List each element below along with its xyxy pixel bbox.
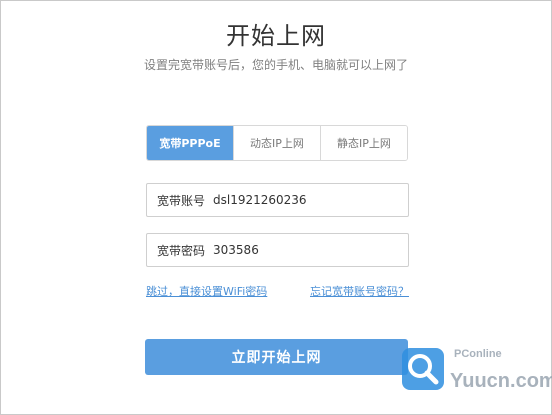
watermark-site: Yuucn.com <box>450 370 552 392</box>
start-internet-button[interactable]: 立即开始上网 <box>145 339 408 375</box>
helper-links: 跳过，直接设置WiFi密码 忘记宽带账号密码？ <box>146 283 409 299</box>
page-title: 开始上网 <box>226 22 326 50</box>
tab-pppoe[interactable]: 宽带PPPoE <box>147 126 233 160</box>
tab-static-ip[interactable]: 静态IP上网 <box>320 126 407 160</box>
account-input-value[interactable]: dsl1921260236 <box>213 193 307 207</box>
magnifier-logo-icon <box>402 348 444 390</box>
tab-dynamic-ip[interactable]: 动态IP上网 <box>233 126 320 160</box>
account-label: 宽带账号 <box>157 193 206 208</box>
connection-type-tabs: 宽带PPPoE 动态IP上网 静态IP上网 <box>146 125 408 161</box>
password-label: 宽带密码 <box>157 243 206 258</box>
skip-to-wifi-link[interactable]: 跳过，直接设置WiFi密码 <box>146 283 267 299</box>
password-field[interactable]: 宽带密码 303586 <box>146 233 409 267</box>
watermark-brand: PConline <box>454 348 502 360</box>
forgot-account-link[interactable]: 忘记宽带账号密码？ <box>310 283 409 299</box>
page-subtitle: 设置完宽带账号后，您的手机、电脑就可以上网了 <box>143 58 408 72</box>
account-field[interactable]: 宽带账号 dsl1921260236 <box>146 183 409 217</box>
password-input-value[interactable]: 303586 <box>213 243 259 257</box>
watermark: PConline Yuucn.com <box>400 342 552 415</box>
